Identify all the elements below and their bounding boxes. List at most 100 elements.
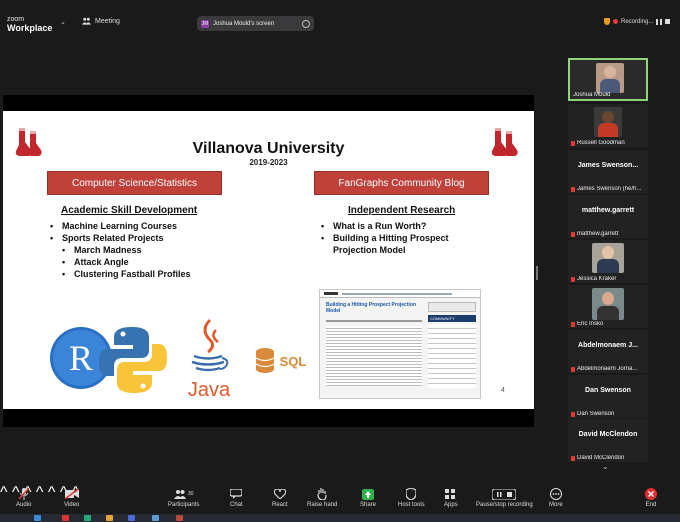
participants-button[interactable]: 30 Participants bbox=[168, 488, 199, 508]
participant-tile[interactable]: Abdelmonaem J... Abdelmonaem Jorna... bbox=[568, 330, 648, 373]
meeting-label: Meeting bbox=[95, 17, 120, 25]
video-label: Video bbox=[64, 502, 80, 508]
slide-page-number: 4 bbox=[501, 387, 505, 394]
participant-tile[interactable]: Dan Swenson Dan Swenson bbox=[568, 375, 648, 418]
taskbar-app-icon[interactable] bbox=[152, 515, 159, 521]
pause-recording-label: Pause/stop recording bbox=[476, 502, 533, 508]
mic-muted-icon bbox=[571, 411, 575, 417]
heart-icon bbox=[273, 488, 286, 500]
participant-name: David McClendon bbox=[571, 455, 647, 461]
zoom-window: zoom Workplace ⌄ Meeting JM Joshua Mould… bbox=[0, 0, 680, 522]
bullet-continuation: Projection Model bbox=[333, 245, 406, 255]
recording-label: Recording... bbox=[621, 18, 654, 25]
share-screen-icon bbox=[362, 488, 374, 500]
os-taskbar bbox=[0, 514, 680, 522]
mic-muted-icon bbox=[18, 488, 29, 500]
participants-icon: 30 bbox=[173, 488, 193, 500]
react-button[interactable]: React bbox=[272, 488, 288, 508]
participant-tile[interactable]: Eric Insko bbox=[568, 285, 648, 328]
participant-display-name: David McClendon bbox=[578, 431, 638, 438]
pause-stop-recording-button[interactable]: Pause/stop recording bbox=[476, 488, 533, 508]
blog-title: Building a Hitting Prospect Projection M… bbox=[326, 302, 417, 314]
participant-tile[interactable]: matthew.garrett matthew.garrett bbox=[568, 195, 648, 238]
taskbar-app-icon[interactable] bbox=[176, 515, 183, 521]
participant-name: Russell Goodman bbox=[571, 140, 647, 146]
share-label: Share bbox=[360, 502, 377, 508]
pause-icon[interactable] bbox=[656, 18, 663, 25]
blog-side-heading: COMMUNITY bbox=[428, 315, 476, 322]
top-bar: zoom Workplace ⌄ Meeting JM Joshua Mould… bbox=[0, 0, 680, 36]
end-call-icon bbox=[645, 488, 657, 500]
taskbar-app-icon[interactable] bbox=[62, 515, 69, 521]
participant-display-name: Abdelmonaem J... bbox=[578, 342, 638, 349]
participant-name: Dan Swenson bbox=[571, 411, 647, 417]
mic-muted-icon bbox=[571, 231, 575, 237]
people-icon bbox=[82, 17, 91, 25]
bullet-item: • Building a Hitting Prospect bbox=[321, 233, 449, 243]
video-button[interactable]: Video bbox=[64, 488, 79, 508]
stop-icon[interactable] bbox=[665, 19, 671, 24]
raise-hand-label: Raise hand bbox=[307, 502, 338, 508]
recording-indicator[interactable]: Recording... bbox=[604, 18, 671, 25]
view-options-icon[interactable] bbox=[302, 19, 310, 28]
slide-years: 2019-2023 bbox=[249, 158, 288, 167]
logo-line2: Workplace bbox=[7, 23, 53, 33]
more-label: More bbox=[549, 502, 563, 508]
sql-logo-text: SQL bbox=[280, 354, 307, 369]
chevron-down-icon[interactable]: ⌄ bbox=[60, 18, 66, 26]
participant-tile[interactable]: Joshua Mould bbox=[568, 58, 648, 101]
participant-name: Jessica Kraker bbox=[571, 276, 647, 282]
participant-tile[interactable]: Jessica Kraker bbox=[568, 240, 648, 283]
audio-button[interactable]: Audio bbox=[16, 488, 31, 508]
mic-muted-icon bbox=[571, 455, 575, 461]
audio-label: Audio bbox=[16, 502, 32, 508]
mic-muted-icon bbox=[571, 140, 575, 146]
blog-body-text bbox=[326, 326, 422, 386]
video-off-icon bbox=[64, 488, 79, 500]
presentation-slide: Villanova University 2019-2023 Computer … bbox=[3, 111, 534, 409]
taskbar-app-icon[interactable] bbox=[106, 515, 113, 521]
panel-resize-handle[interactable] bbox=[536, 266, 538, 280]
more-button[interactable]: More bbox=[549, 488, 563, 508]
host-tools-button[interactable]: Host tools bbox=[398, 488, 425, 508]
participant-name: Abdelmonaem Jorna... bbox=[571, 366, 647, 372]
windows-start-icon[interactable] bbox=[34, 515, 41, 521]
avatar: JM bbox=[201, 19, 209, 28]
java-logo: Java bbox=[188, 318, 231, 401]
raise-hand-button[interactable]: Raise hand bbox=[307, 488, 337, 508]
taskbar-app-icon[interactable] bbox=[128, 515, 135, 521]
end-button[interactable]: End bbox=[645, 488, 657, 508]
participant-tile[interactable]: James Swenson... James Swenson (he/h... bbox=[568, 150, 648, 193]
bullet-item: • Machine Learning Courses bbox=[50, 221, 178, 231]
taskbar-app-icon[interactable] bbox=[84, 515, 91, 521]
share-button[interactable]: Share bbox=[360, 488, 376, 508]
participant-name: Eric Insko bbox=[571, 321, 647, 327]
chevron-up-icon[interactable]: ^ bbox=[48, 484, 56, 501]
chevron-down-icon[interactable]: ⌄ bbox=[602, 462, 609, 471]
chevron-up-icon[interactable]: ^ bbox=[36, 484, 44, 501]
chat-icon bbox=[230, 488, 243, 500]
sub-bullet-item: • Attack Angle bbox=[62, 257, 129, 267]
host-tools-label: Host tools bbox=[398, 502, 425, 508]
mic-muted-icon bbox=[571, 276, 575, 282]
participant-video bbox=[592, 288, 624, 320]
participant-display-name: Dan Swenson bbox=[585, 387, 631, 394]
apps-button[interactable]: Apps bbox=[444, 488, 458, 508]
screen-share-indicator[interactable]: JM Joshua Mould's screen bbox=[197, 16, 314, 31]
chevron-up-icon[interactable]: ^ bbox=[0, 484, 8, 501]
participant-tile[interactable]: Russell Goodman bbox=[568, 104, 648, 147]
end-label: End bbox=[645, 502, 657, 508]
apps-label: Apps bbox=[444, 502, 458, 508]
mic-muted-icon bbox=[571, 186, 575, 192]
shield-icon bbox=[406, 488, 417, 500]
participant-name: Joshua Mould bbox=[573, 92, 611, 98]
participant-name: matthew.garrett bbox=[571, 231, 647, 237]
participants-label: Participants bbox=[168, 502, 200, 508]
hand-icon bbox=[317, 488, 327, 500]
chat-button[interactable]: Chat bbox=[230, 488, 243, 508]
participant-tile[interactable]: David McClendon David McClendon bbox=[568, 419, 648, 462]
meeting-info-button[interactable]: Meeting bbox=[82, 17, 120, 25]
participant-gallery[interactable]: Joshua Mould Russell Goodman James Swens… bbox=[568, 58, 648, 462]
left-section-heading: Academic Skill Development bbox=[61, 205, 198, 216]
zoom-logo[interactable]: zoom Workplace bbox=[7, 15, 52, 33]
